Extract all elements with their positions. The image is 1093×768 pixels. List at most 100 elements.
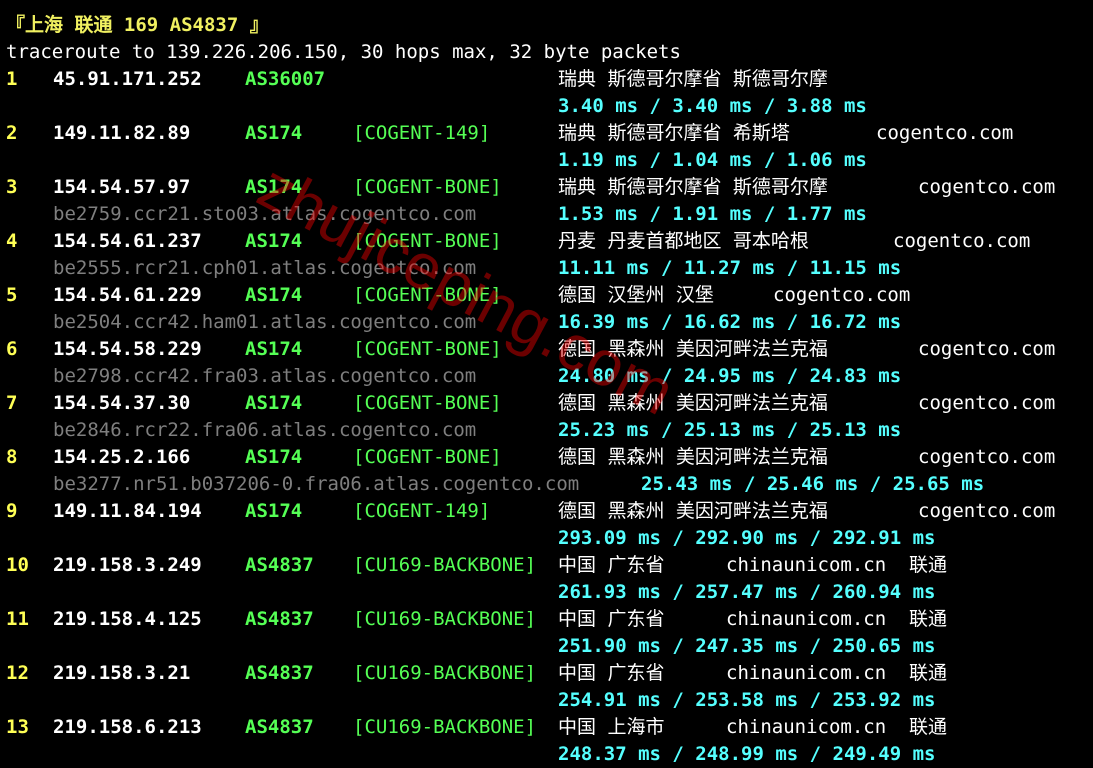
hop-detail-row: be3277.nr51.b037206-0.fra06.atlas.cogent… <box>6 471 1093 498</box>
hop-latency: 11.11 ms / 11.27 ms / 11.15 ms <box>558 257 902 279</box>
hop-rdns: be2846.rcr22.fra06.atlas.cogentco.com <box>53 419 477 441</box>
hop-list: 1 45.91.171.252 AS36007 瑞典 斯德哥尔摩省 斯德哥尔摩 3.40… <box>6 66 1093 768</box>
hop-asn: AS174 <box>245 392 303 414</box>
hop-rdns: be2759.ccr21.sto03.atlas.cogentco.com <box>53 203 477 225</box>
hop-tag: [CU169-BACKBONE] <box>353 554 537 576</box>
hop-host: cogentco.com <box>876 122 1014 144</box>
hop-number: 4 <box>6 230 18 252</box>
hop-detail-row: 293.09 ms / 292.90 ms / 292.91 ms <box>6 525 1093 552</box>
hop-host: cogentco.com <box>773 284 911 306</box>
hop-geo: 德国 黑森州 美因河畔法兰克福 <box>558 392 828 414</box>
hop-geo: 中国 广东省 <box>558 662 665 684</box>
hop-ip: 154.54.57.97 <box>53 176 191 198</box>
hop-ip: 154.25.2.166 <box>53 446 191 468</box>
hop-number: 8 <box>6 446 18 468</box>
hop-tag: [COGENT-BONE] <box>353 284 502 306</box>
hop-ip: 149.11.84.194 <box>53 500 202 522</box>
hop-number: 12 <box>6 662 29 684</box>
hop-row: 7 154.54.37.30 AS174 [COGENT-BONE] 德国 黑森州 美因… <box>6 390 1093 417</box>
hop-ip: 45.91.171.252 <box>53 68 202 90</box>
hop-row: 11 219.158.4.125 AS4837 [CU169-BACKBONE] 中国 … <box>6 606 1093 633</box>
hop-geo: 瑞典 斯德哥尔摩省 希斯塔 <box>558 122 790 144</box>
hop-rdns: be2555.rcr21.cph01.atlas.cogentco.com <box>53 257 477 279</box>
hop-detail-row: 261.93 ms / 257.47 ms / 260.94 ms <box>6 579 1093 606</box>
hop-rdns: be2798.ccr42.fra03.atlas.cogentco.com <box>53 365 477 387</box>
hop-number: 3 <box>6 176 18 198</box>
hop-number: 2 <box>6 122 18 144</box>
hop-row: 10 219.158.3.249 AS4837 [CU169-BACKBONE] 中国 … <box>6 552 1093 579</box>
hop-geo: 德国 黑森州 美因河畔法兰克福 <box>558 446 828 468</box>
hop-host: chinaunicom.cn 联通 <box>726 608 948 630</box>
hop-ip: 219.158.3.21 <box>53 662 191 684</box>
hop-number: 5 <box>6 284 18 306</box>
hop-geo: 德国 黑森州 美因河畔法兰克福 <box>558 338 828 360</box>
hop-row: 4 154.54.61.237 AS174 [COGENT-BONE] 丹麦 丹麦首都地… <box>6 228 1093 255</box>
hop-row: 8 154.25.2.166 AS174 [COGENT-BONE] 德国 黑森州 美因… <box>6 444 1093 471</box>
hop-detail-row: 248.37 ms / 248.99 ms / 249.49 ms <box>6 741 1093 768</box>
hop-latency: 293.09 ms / 292.90 ms / 292.91 ms <box>558 527 936 549</box>
hop-asn: AS174 <box>245 176 303 198</box>
hop-number: 11 <box>6 608 29 630</box>
hop-latency: 3.40 ms / 3.40 ms / 3.88 ms <box>558 95 867 117</box>
hop-asn: AS174 <box>245 446 303 468</box>
hop-host: cogentco.com <box>918 176 1056 198</box>
hop-host: cogentco.com <box>918 392 1056 414</box>
hop-latency: 25.43 ms / 25.46 ms / 25.65 ms <box>641 473 985 495</box>
hop-number: 13 <box>6 716 29 738</box>
terminal-output[interactable]: 『上海 联通 169 AS4837 』 traceroute to 139.22… <box>6 12 1093 768</box>
hop-detail-row: be2759.ccr21.sto03.atlas.cogentco.com 1.5… <box>6 201 1093 228</box>
hop-detail-row: be2798.ccr42.fra03.atlas.cogentco.com 24.… <box>6 363 1093 390</box>
hop-asn: AS174 <box>245 500 303 522</box>
hop-ip: 149.11.82.89 <box>53 122 191 144</box>
hop-geo: 中国 广东省 <box>558 608 665 630</box>
hop-asn: AS4837 <box>245 554 314 576</box>
hop-tag: [COGENT-BONE] <box>353 230 502 252</box>
hop-geo: 中国 上海市 <box>558 716 665 738</box>
hop-row: 12 219.158.3.21 AS4837 [CU169-BACKBONE] 中国 广… <box>6 660 1093 687</box>
hop-number: 6 <box>6 338 18 360</box>
hop-tag: [COGENT-BONE] <box>353 392 502 414</box>
hop-row: 13 219.158.6.213 AS4837 [CU169-BACKBONE] 中国 … <box>6 714 1093 741</box>
hop-asn: AS174 <box>245 284 303 306</box>
hop-host: cogentco.com <box>918 338 1056 360</box>
hop-asn: AS4837 <box>245 608 314 630</box>
hop-number: 10 <box>6 554 29 576</box>
hop-geo: 中国 广东省 <box>558 554 665 576</box>
hop-ip: 219.158.3.249 <box>53 554 202 576</box>
hop-ip: 154.54.61.229 <box>53 284 202 306</box>
hop-geo: 丹麦 丹麦首都地区 哥本哈根 <box>558 230 809 252</box>
hop-rdns: be3277.nr51.b037206-0.fra06.atlas.cogent… <box>53 473 580 495</box>
hop-row: 3 154.54.57.97 AS174 [COGENT-BONE] 瑞典 斯德哥尔摩省… <box>6 174 1093 201</box>
hop-detail-row: 3.40 ms / 3.40 ms / 3.88 ms <box>6 93 1093 120</box>
hop-number: 9 <box>6 500 18 522</box>
hop-latency: 251.90 ms / 247.35 ms / 250.65 ms <box>558 635 936 657</box>
hop-row: 1 45.91.171.252 AS36007 瑞典 斯德哥尔摩省 斯德哥尔摩 <box>6 66 1093 93</box>
hop-ip: 154.54.58.229 <box>53 338 202 360</box>
hop-geo: 瑞典 斯德哥尔摩省 斯德哥尔摩 <box>558 68 828 90</box>
hop-row: 2 149.11.82.89 AS174 [COGENT-149] 瑞典 斯德哥尔摩省 … <box>6 120 1093 147</box>
hop-tag: [COGENT-BONE] <box>353 176 502 198</box>
hop-asn: AS174 <box>245 338 303 360</box>
hop-tag: [COGENT-149] <box>353 500 491 522</box>
hop-latency: 261.93 ms / 257.47 ms / 260.94 ms <box>558 581 936 603</box>
hop-geo: 德国 黑森州 美因河畔法兰克福 <box>558 500 828 522</box>
trace-title: 『上海 联通 169 AS4837 』 <box>6 14 269 36</box>
hop-host: cogentco.com <box>918 446 1056 468</box>
hop-detail-row: 254.91 ms / 253.58 ms / 253.92 ms <box>6 687 1093 714</box>
hop-detail-row: be2846.rcr22.fra06.atlas.cogentco.com 25.… <box>6 417 1093 444</box>
hop-detail-row: be2504.ccr42.ham01.atlas.cogentco.com 16.… <box>6 309 1093 336</box>
hop-geo: 德国 汉堡州 汉堡 <box>558 284 714 306</box>
hop-latency: 1.19 ms / 1.04 ms / 1.06 ms <box>558 149 867 171</box>
hop-number: 7 <box>6 392 18 414</box>
hop-latency: 24.80 ms / 24.95 ms / 24.83 ms <box>558 365 902 387</box>
hop-geo: 瑞典 斯德哥尔摩省 斯德哥尔摩 <box>558 176 828 198</box>
hop-latency: 16.39 ms / 16.62 ms / 16.72 ms <box>558 311 902 333</box>
hop-asn: AS4837 <box>245 716 314 738</box>
hop-tag: [COGENT-149] <box>353 122 491 144</box>
hop-tag: [CU169-BACKBONE] <box>353 662 537 684</box>
hop-asn: AS4837 <box>245 662 314 684</box>
hop-ip: 154.54.37.30 <box>53 392 191 414</box>
hop-number: 1 <box>6 68 18 90</box>
hop-ip: 219.158.6.213 <box>53 716 202 738</box>
hop-tag: [COGENT-BONE] <box>353 338 502 360</box>
